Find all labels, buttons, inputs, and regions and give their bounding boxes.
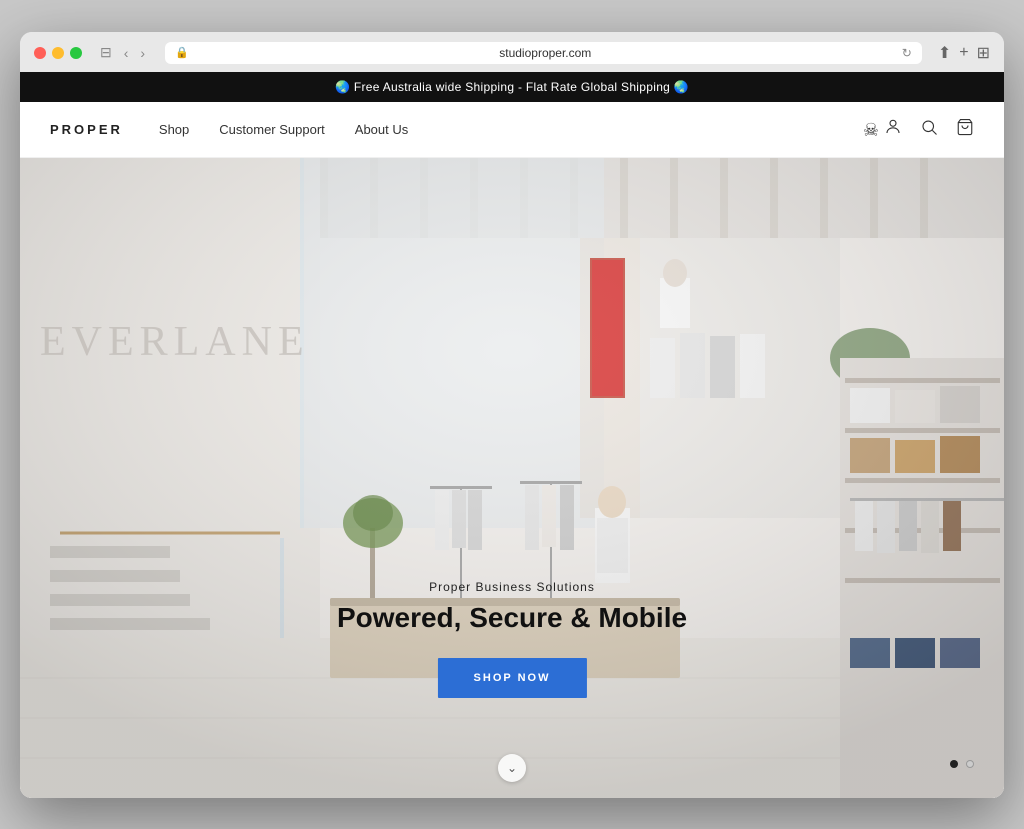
forward-button[interactable]: › xyxy=(136,43,149,63)
traffic-lights xyxy=(34,47,82,59)
dot-2[interactable] xyxy=(966,760,974,768)
scroll-indicator[interactable]: ⌄ xyxy=(498,754,526,782)
account-icon[interactable]: ☠ xyxy=(863,118,902,141)
hero-content: Proper Business Solutions Powered, Secur… xyxy=(337,580,687,698)
everlane-text: EVERLANE xyxy=(40,318,310,366)
browser-window: ⊟ ‹ › 🔒 ↻ ⬆ + ⊞ 🌏 Free Australia wide Sh… xyxy=(20,32,1004,798)
announcement-text: 🌏 Free Australia wide Shipping - Flat Ra… xyxy=(335,80,689,94)
back-button[interactable]: ‹ xyxy=(120,43,133,63)
nav-about-us[interactable]: About Us xyxy=(355,122,408,137)
chevron-down-icon: ⌄ xyxy=(507,761,517,775)
browser-right-controls: ⬆ + ⊞ xyxy=(938,43,990,63)
minimize-button[interactable] xyxy=(52,47,64,59)
hero-title: Powered, Secure & Mobile xyxy=(337,602,687,634)
shop-now-button[interactable]: SHOP NOW xyxy=(438,658,587,698)
share-icon[interactable]: ⬆ xyxy=(938,43,951,63)
address-bar-container: 🔒 ↻ xyxy=(165,42,922,64)
tab-grid-icon[interactable]: ⊞ xyxy=(977,43,990,63)
browser-chrome: ⊟ ‹ › 🔒 ↻ ⬆ + ⊞ xyxy=(20,32,1004,72)
slideshow-dots xyxy=(950,760,974,768)
lock-icon: 🔒 xyxy=(175,46,189,59)
nav-links: Shop Customer Support About Us xyxy=(159,122,863,137)
cart-icon[interactable] xyxy=(956,118,974,141)
hero-section: EVERLANE Proper Business Solutions Power… xyxy=(20,158,1004,798)
browser-controls: ⊟ ‹ › xyxy=(96,42,149,63)
close-button[interactable] xyxy=(34,47,46,59)
refresh-button[interactable]: ↻ xyxy=(902,46,912,60)
nav-shop[interactable]: Shop xyxy=(159,122,189,137)
nav-customer-support[interactable]: Customer Support xyxy=(219,122,325,137)
navbar: PROPER Shop Customer Support About Us ☠ xyxy=(20,102,1004,158)
sidebar-toggle[interactable]: ⊟ xyxy=(96,42,116,63)
site-logo[interactable]: PROPER xyxy=(50,122,123,137)
announcement-bar: 🌏 Free Australia wide Shipping - Flat Ra… xyxy=(20,72,1004,102)
dot-1[interactable] xyxy=(950,760,958,768)
hero-subtitle: Proper Business Solutions xyxy=(337,580,687,594)
nav-icons: ☠ xyxy=(863,118,974,141)
search-icon[interactable] xyxy=(920,118,938,141)
add-tab-icon[interactable]: + xyxy=(959,44,968,62)
hero-background xyxy=(20,158,1004,798)
website: 🌏 Free Australia wide Shipping - Flat Ra… xyxy=(20,72,1004,798)
maximize-button[interactable] xyxy=(70,47,82,59)
address-bar[interactable] xyxy=(195,46,896,60)
